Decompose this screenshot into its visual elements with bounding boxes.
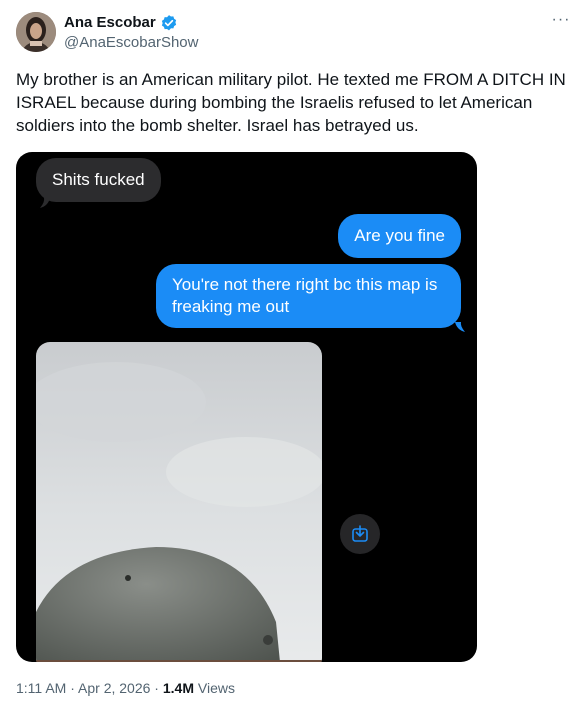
tweet-date[interactable]: Apr 2, 2026: [78, 680, 150, 696]
download-glyph-icon: [352, 525, 368, 542]
separator: ·: [154, 680, 159, 696]
avatar-image: [16, 12, 56, 52]
save-download-icon[interactable]: [340, 514, 380, 554]
user-handle[interactable]: @AnaEscobarShow: [64, 34, 198, 51]
message-bubble-outgoing: Are you fine: [338, 214, 461, 258]
tweet-meta: 1:11 AM · Apr 2, 2026 · 1.4M Views: [16, 680, 235, 696]
more-options-icon[interactable]: ···: [548, 12, 574, 32]
views-label: Views: [197, 680, 235, 696]
avatar[interactable]: [16, 12, 56, 52]
message-text: Are you fine: [354, 226, 445, 245]
message-text: You're not there right bc this map is fr…: [172, 275, 438, 316]
verified-badge-icon: [161, 15, 177, 31]
attached-photo[interactable]: [36, 342, 322, 662]
photo-helmet-sky: [36, 342, 322, 662]
tweet-time[interactable]: 1:11 AM: [16, 680, 66, 696]
message-bubble-outgoing: You're not there right bc this map is fr…: [156, 264, 461, 328]
tweet-media[interactable]: Shits fucked Are you fine You're not the…: [16, 152, 477, 662]
separator: ·: [70, 680, 75, 696]
bubble-tail: [40, 198, 50, 208]
message-bubble-incoming: Shits fucked: [36, 158, 161, 202]
message-text: Shits fucked: [52, 170, 145, 189]
tweet-text: My brother is an American military pilot…: [16, 70, 566, 135]
display-name[interactable]: Ana Escobar: [64, 14, 156, 31]
bubble-tail: [455, 322, 465, 332]
views-count[interactable]: 1.4M: [163, 680, 194, 696]
